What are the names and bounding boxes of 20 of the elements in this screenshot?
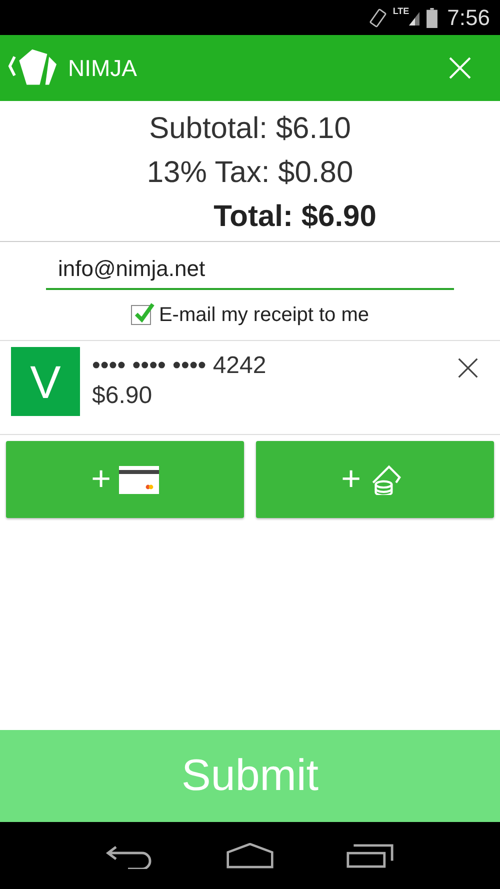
add-card-button[interactable]: + (6, 441, 244, 518)
payment-amount: $6.90 (92, 381, 154, 411)
total-text: Total: $6.90 (212, 199, 376, 235)
remove-icon[interactable] (457, 357, 479, 379)
battery-icon (426, 8, 438, 28)
submit-button[interactable]: Submit (0, 730, 500, 822)
tax-text: 13% Tax: $0.80 (146, 155, 354, 191)
recents-icon[interactable] (346, 842, 394, 868)
card-badge: V (11, 347, 80, 416)
home-icon[interactable] (226, 842, 274, 868)
network-label: LTE (392, 6, 410, 16)
vibrate-icon (368, 8, 388, 28)
credit-card-icon (118, 464, 159, 494)
app-title: NIMJA (68, 54, 138, 82)
add-cash-button[interactable]: + (256, 441, 494, 518)
close-icon[interactable] (448, 56, 472, 80)
subtotal-text: Subtotal: $6.10 (149, 111, 351, 147)
checkbox-label: E-mail my receipt to me (158, 304, 370, 326)
card-number: •••• •••• •••• 4242 (92, 351, 268, 381)
clock: 7:56 (447, 4, 490, 30)
